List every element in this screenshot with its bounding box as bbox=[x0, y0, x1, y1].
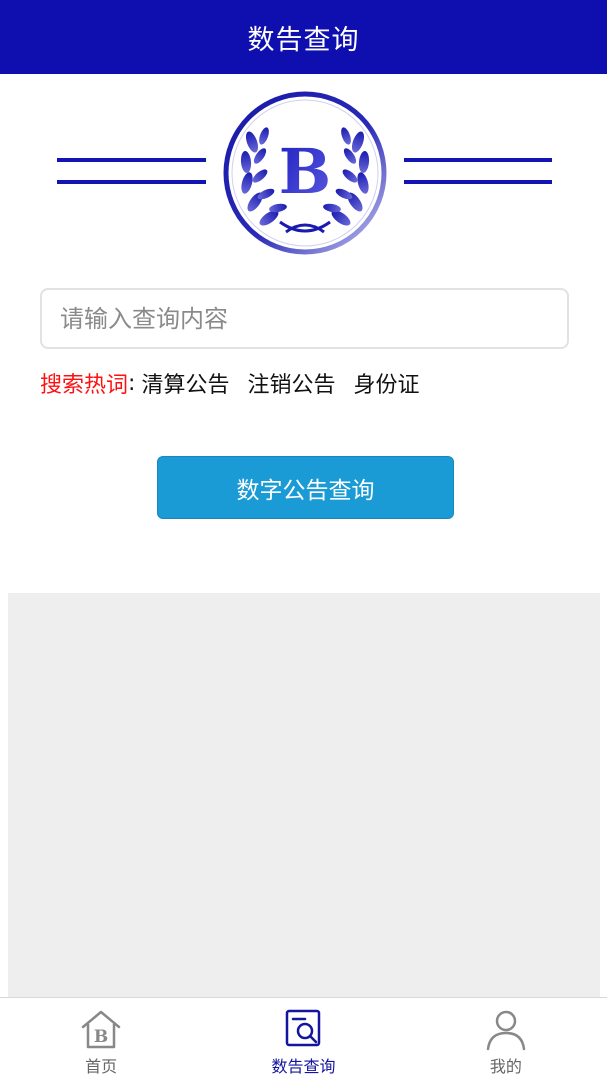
hot-search-colon: : bbox=[128, 370, 136, 396]
hot-word-qingsuan[interactable]: 清算公告 bbox=[141, 367, 229, 399]
page-title: 数告查询 bbox=[247, 24, 360, 56]
home-icon-letter: B bbox=[94, 1027, 108, 1047]
results-panel bbox=[8, 593, 600, 997]
page: 数告查询 B 请输入查询内容 搜索热词: 清算公告 注销公告 身份证 数字公告… bbox=[0, 0, 607, 1080]
logo-letter: B bbox=[279, 135, 331, 208]
search-box[interactable] bbox=[40, 288, 569, 349]
logo-line-left-top bbox=[57, 158, 206, 162]
nav-label-mine: 我的 bbox=[489, 1057, 522, 1076]
top-bar: 数告查询 bbox=[0, 0, 607, 74]
nav-item-home[interactable]: B 首页 bbox=[0, 998, 202, 1080]
user-icon bbox=[486, 1010, 526, 1051]
nav-item-query[interactable]: 数告查询 bbox=[202, 998, 404, 1080]
laurel-logo-icon: B bbox=[223, 91, 387, 255]
hot-search-label: 搜索热词 bbox=[40, 373, 129, 398]
home-icon: B bbox=[81, 1010, 121, 1049]
hot-word-zhuxiao[interactable]: 注销公告 bbox=[247, 367, 335, 399]
hot-word-shenfenzheng[interactable]: 身份证 bbox=[353, 367, 419, 399]
nav-label-home: 首页 bbox=[85, 1057, 118, 1076]
logo-banner: B bbox=[0, 88, 607, 258]
logo-line-right-top bbox=[404, 158, 552, 162]
nav-item-mine[interactable]: 我的 bbox=[405, 998, 607, 1080]
hot-search-words: 搜索热词 : 清算公告 注销公告 身份证 bbox=[40, 366, 437, 400]
digital-announcement-query-button[interactable]: 数字公告查询 bbox=[157, 456, 454, 519]
logo-line-left-bottom bbox=[57, 180, 206, 184]
nav-label-query: 数告查询 bbox=[271, 1057, 336, 1076]
bottom-nav: B 首页 数告查询 我的 bbox=[0, 997, 607, 1080]
logo-line-right-bottom bbox=[404, 180, 552, 184]
search-input[interactable] bbox=[60, 290, 567, 347]
search-document-icon bbox=[286, 1009, 321, 1047]
